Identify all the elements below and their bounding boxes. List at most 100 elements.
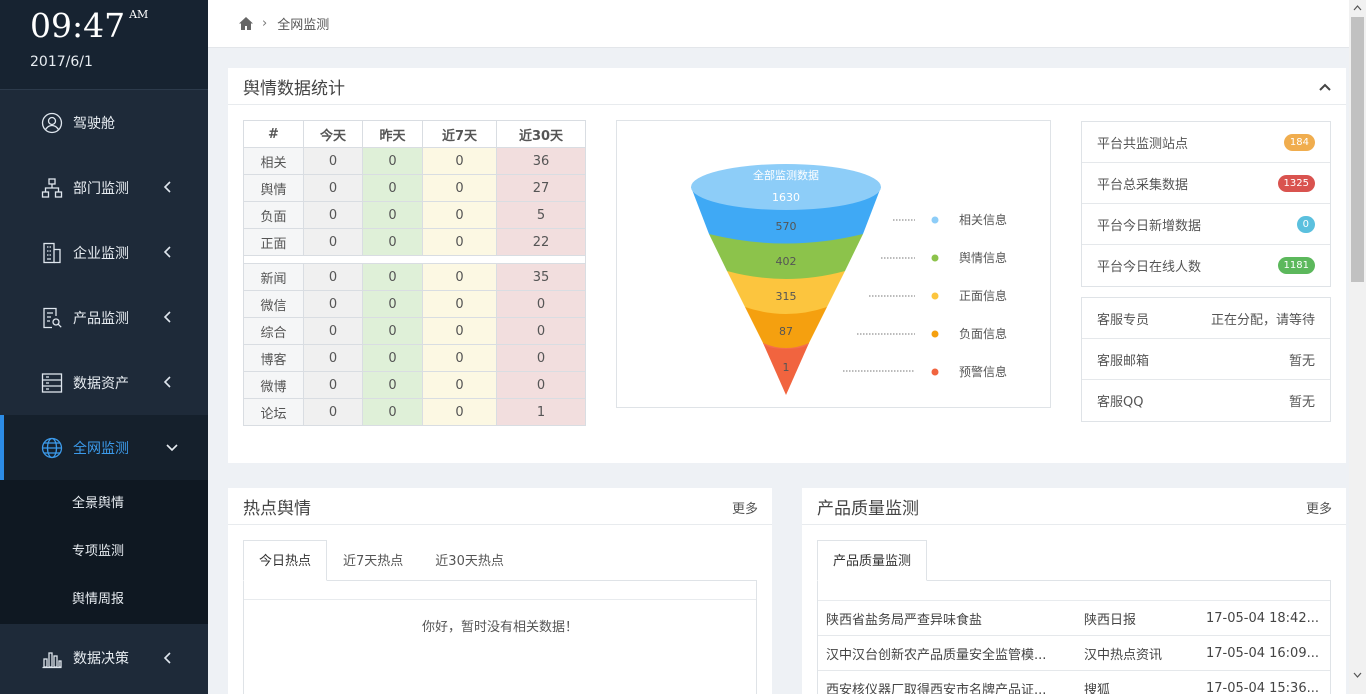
- sidebar-item-label: 数据资产: [73, 375, 129, 392]
- list-item[interactable]: 汉中汉台创新农产品质量安全监管模... 汉中热点资讯 17-05-04 16:0…: [818, 636, 1330, 671]
- table-row: 微博 0 0 0 0: [243, 371, 586, 399]
- table-header: 今天: [303, 120, 363, 148]
- cell-month: 1: [496, 398, 586, 426]
- cell-week: 0: [422, 398, 497, 426]
- tab-today[interactable]: 今日热点: [243, 540, 328, 581]
- chevron-left-icon: [163, 311, 171, 323]
- cell-today: 0: [303, 263, 363, 291]
- hot-tab-content: 你好，暂时没有相关数据！: [243, 580, 757, 694]
- hot-tabs: 今日热点 近7天热点 近30天热点: [243, 540, 520, 581]
- news-date: 17-05-04 18:42...: [1206, 610, 1320, 626]
- funnel-top-label: 全部监测数据: [753, 168, 819, 182]
- breadcrumb-current: 全网监测: [277, 18, 330, 33]
- cell-yesterday: 0: [362, 398, 423, 426]
- sidebar-item-product-monitor[interactable]: 产品监测: [0, 285, 208, 350]
- more-link[interactable]: 更多: [1306, 498, 1332, 517]
- cell-today: 0: [303, 371, 363, 399]
- cell-week: 0: [422, 290, 497, 318]
- cell-today: 0: [303, 344, 363, 372]
- news-title[interactable]: 西安核仪器厂取得西安市名牌产品证...: [826, 679, 1076, 694]
- platform-stat-collected[interactable]: 平台总采集数据 1325: [1082, 163, 1330, 204]
- sidebar-item-enterprise-monitor[interactable]: 企业监测: [0, 220, 208, 285]
- sidebar-item-label: 部门监测: [73, 180, 129, 197]
- list-item[interactable]: 西安核仪器厂取得西安市名牌产品证... 搜狐 17-05-04 15:36...: [818, 671, 1330, 694]
- funnel-value-related: 570: [776, 220, 797, 233]
- funnel-svg: 全部监测数据 1630 570 402 315 87 1 相关信息 舆情信息 正…: [691, 164, 1007, 395]
- sidebar-item-data-decision[interactable]: 数据决策: [0, 624, 208, 692]
- scrollbar-thumb[interactable]: [1351, 17, 1364, 282]
- legend-dot-negative: [931, 330, 939, 338]
- table-row: 负面 0 0 0 5: [243, 201, 586, 229]
- legend-label-opinion: 舆情信息: [959, 250, 1007, 265]
- news-date: 17-05-04 15:36...: [1206, 680, 1320, 694]
- stat-label: 平台今日在线人数: [1097, 260, 1202, 275]
- sidebar-item-label: 产品监测: [73, 310, 129, 327]
- list-item[interactable]: 陕西省盐务局严查异味食盐 陕西日报 17-05-04 18:42...: [818, 601, 1330, 636]
- news-title[interactable]: 陕西省盐务局严查异味食盐: [826, 609, 1076, 628]
- funnel-top-value: 1630: [772, 191, 800, 204]
- row-label: 正面: [243, 228, 304, 256]
- submenu-item-panorama[interactable]: 全景舆情: [0, 480, 208, 528]
- page-scrollbar[interactable]: [1349, 0, 1366, 694]
- table-header: 近7天: [422, 120, 497, 148]
- clock-ampm: AM: [129, 8, 149, 21]
- cell-today: 0: [303, 317, 363, 345]
- cell-today: 0: [303, 201, 363, 229]
- table-row: 综合 0 0 0 0: [243, 317, 586, 345]
- funnel-chart: 全部监测数据 1630 570 402 315 87 1 相关信息 舆情信息 正…: [616, 120, 1051, 408]
- submenu-item-special[interactable]: 专项监测: [0, 528, 208, 576]
- quality-tabs: 产品质量监测: [817, 540, 928, 581]
- row-label: 负面: [243, 201, 304, 229]
- cell-week: 0: [422, 317, 497, 345]
- sidebar-item-label: 全网监测: [73, 440, 129, 457]
- cell-month: 22: [496, 228, 586, 256]
- tab-7days[interactable]: 近7天热点: [327, 540, 419, 581]
- chevron-up-icon[interactable]: [1318, 80, 1332, 94]
- bar-chart-icon: [40, 646, 64, 670]
- platform-stat-online[interactable]: 平台今日在线人数 1181: [1082, 245, 1330, 286]
- table-row: 微信 0 0 0 0: [243, 290, 586, 318]
- service-qq-row: 客服QQ 暂无: [1082, 380, 1330, 421]
- scroll-down-arrow-icon[interactable]: [1353, 670, 1362, 679]
- service-agent-row: 客服专员 正在分配，请等待: [1082, 298, 1330, 339]
- cell-today: 0: [303, 174, 363, 202]
- row-label: 相关: [243, 147, 304, 175]
- legend-dot-positive: [931, 292, 939, 300]
- table-header: 昨天: [362, 120, 423, 148]
- tab-quality[interactable]: 产品质量监测: [817, 540, 928, 581]
- cockpit-icon: [40, 111, 64, 135]
- sidebar-item-data-assets[interactable]: 数据资产: [0, 350, 208, 415]
- service-value: 正在分配，请等待: [1210, 312, 1315, 328]
- stats-panel-header: 舆情数据统计: [228, 68, 1346, 105]
- tab-30days[interactable]: 近30天热点: [419, 540, 520, 581]
- sidebar-item-cockpit[interactable]: 驾驶舱: [0, 90, 208, 155]
- cell-month: 0: [496, 317, 586, 345]
- cell-week: 0: [422, 147, 497, 175]
- sidebar-item-network-monitor[interactable]: 全网监测: [0, 415, 208, 480]
- cell-week: 0: [422, 228, 497, 256]
- news-source: 搜狐: [1084, 682, 1111, 694]
- table-header: 近30天: [496, 120, 586, 148]
- home-icon[interactable]: [238, 16, 254, 31]
- platform-stat-new-today[interactable]: 平台今日新增数据 0: [1082, 204, 1330, 245]
- sidebar-item-dept-monitor[interactable]: 部门监测: [0, 155, 208, 220]
- globe-icon: [40, 436, 64, 460]
- news-title[interactable]: 汉中汉台创新农产品质量安全监管模...: [826, 644, 1076, 663]
- platform-stat-sites[interactable]: 平台共监测站点 184: [1082, 122, 1330, 163]
- cell-yesterday: 0: [362, 147, 423, 175]
- data-asset-icon: [40, 371, 64, 395]
- status-badge: 0: [1296, 215, 1315, 233]
- cell-month: 36: [496, 147, 586, 175]
- cell-yesterday: 0: [362, 263, 423, 291]
- submenu-item-weekly[interactable]: 舆情周报: [0, 576, 208, 624]
- more-link[interactable]: 更多: [732, 498, 758, 517]
- stat-label: 平台总采集数据: [1097, 177, 1189, 193]
- row-label: 舆情: [243, 174, 304, 202]
- scroll-up-arrow-icon[interactable]: [1353, 4, 1362, 13]
- cell-today: 0: [303, 290, 363, 318]
- funnel-value-opinion: 402: [776, 255, 797, 268]
- row-label: 博客: [243, 344, 304, 372]
- clock-date: 2017/6/1: [30, 54, 93, 70]
- cell-today: 0: [303, 147, 363, 175]
- legend-label-related: 相关信息: [959, 212, 1007, 227]
